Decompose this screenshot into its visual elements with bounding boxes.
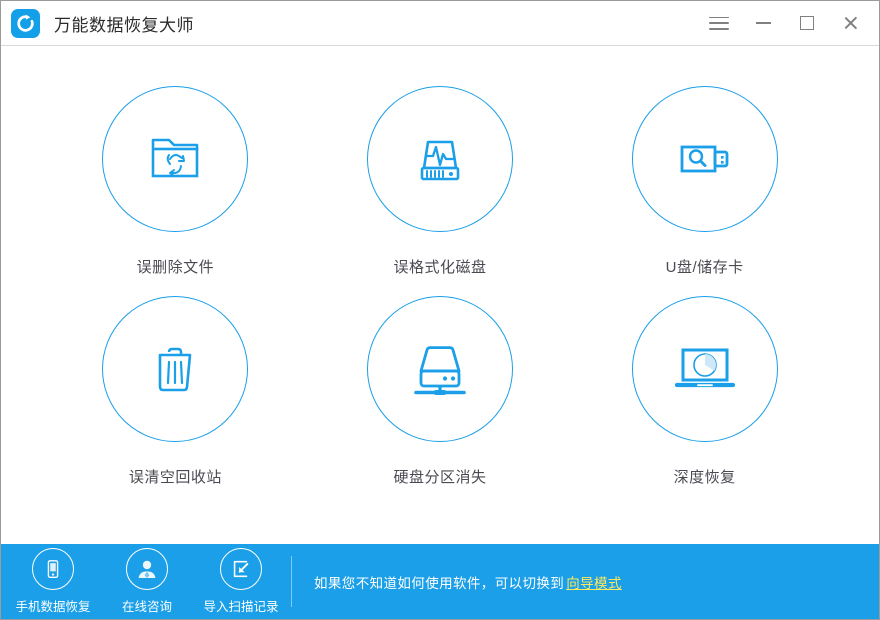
feature-tile-lost-partition[interactable]: 硬盘分区消失 xyxy=(345,296,535,506)
feature-label: 误删除文件 xyxy=(136,259,215,276)
application-window: 万能数据恢复大师 误删除文件 误格式化磁盘 U盘/储存卡 误清空回收站 硬盘分区… xyxy=(0,0,880,620)
feature-tile-usb-memory-card[interactable]: U盘/储存卡 xyxy=(610,86,800,296)
footer-action-phone-data-recovery[interactable]: 手机数据恢复 xyxy=(15,548,91,615)
feature-label: U盘/储存卡 xyxy=(665,259,744,276)
feature-tile-formatted-disk[interactable]: 误格式化磁盘 xyxy=(345,86,535,296)
app-title: 万能数据恢复大师 xyxy=(54,15,194,35)
feature-tile-deleted-files[interactable]: 误删除文件 xyxy=(80,86,270,296)
footer-hint-text: 如果您不知道如何使用软件，可以切换到 向导模式 xyxy=(314,572,622,592)
feature-label: 深度恢复 xyxy=(673,469,736,486)
close-button[interactable] xyxy=(829,1,873,45)
mobile-phone-icon xyxy=(47,560,59,578)
feature-circle xyxy=(631,296,778,442)
feature-circle xyxy=(366,86,513,232)
maximize-button[interactable] xyxy=(785,1,829,45)
feature-label: 误清空回收站 xyxy=(128,469,222,486)
footer-action-label: 在线咨询 xyxy=(121,600,172,614)
disk-pulse-icon xyxy=(420,140,460,181)
trash-bin-icon xyxy=(159,347,192,392)
feature-tile-deep-recovery[interactable]: 深度恢复 xyxy=(610,296,800,506)
hard-drive-icon xyxy=(414,346,466,395)
main-content-area: 误删除文件 误格式化磁盘 U盘/储存卡 误清空回收站 硬盘分区消失 深度恢复 xyxy=(1,46,879,544)
folder-recycle-icon xyxy=(152,138,199,178)
feature-label: 误格式化磁盘 xyxy=(393,259,487,276)
footer-action-label: 手机数据恢复 xyxy=(15,600,91,614)
person-support-icon xyxy=(138,560,156,578)
feature-circle xyxy=(631,86,778,232)
footer-bar: 手机数据恢复 在线咨询 导入扫描记录 如果您不知道如何使用软件，可以切换到 向导… xyxy=(1,544,879,619)
close-icon xyxy=(843,15,859,31)
refresh-circle-logo xyxy=(11,8,40,38)
footer-action-circle xyxy=(220,548,262,590)
laptop-pie-icon xyxy=(674,348,735,388)
footer-hint: 如果您不知道如何使用软件，可以切换到 向导模式 xyxy=(292,544,879,619)
footer-action-circle xyxy=(32,548,74,590)
footer-hint-prefix: 如果您不知道如何使用软件，可以切换到 xyxy=(314,575,565,591)
maximize-icon xyxy=(800,16,814,30)
feature-circle xyxy=(102,296,249,442)
title-bar: 万能数据恢复大师 xyxy=(1,1,879,46)
feature-circle xyxy=(102,86,249,232)
footer-action-label: 导入扫描记录 xyxy=(203,600,279,614)
minimize-icon xyxy=(755,22,771,24)
window-controls xyxy=(697,1,873,45)
feature-tile-emptied-recyclebin[interactable]: 误清空回收站 xyxy=(80,296,270,506)
footer-action-import-scan-record[interactable]: 导入扫描记录 xyxy=(203,548,279,615)
import-arrow-icon xyxy=(233,560,249,578)
feature-grid: 误删除文件 误格式化磁盘 U盘/储存卡 误清空回收站 硬盘分区消失 深度恢复 xyxy=(43,86,837,506)
footer-action-online-consult[interactable]: 在线咨询 xyxy=(111,548,183,615)
feature-circle xyxy=(366,296,513,442)
usb-search-icon xyxy=(680,145,729,173)
minimize-button[interactable] xyxy=(741,1,785,45)
wizard-mode-link[interactable]: 向导模式 xyxy=(566,576,622,591)
hamburger-menu-icon xyxy=(709,16,729,30)
feature-label: 硬盘分区消失 xyxy=(393,469,487,486)
footer-action-circle xyxy=(126,548,168,590)
hamburger-menu-button[interactable] xyxy=(697,1,741,45)
footer-actions: 手机数据恢复 在线咨询 导入扫描记录 xyxy=(1,544,279,619)
